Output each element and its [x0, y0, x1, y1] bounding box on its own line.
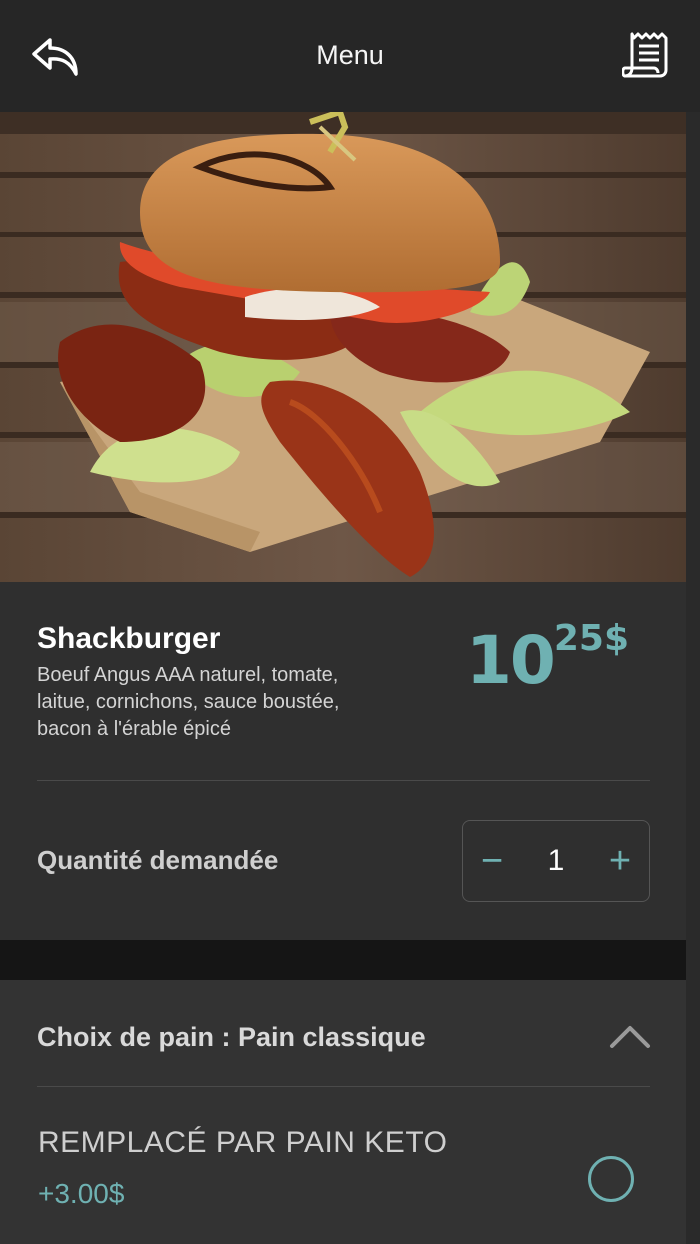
section-separator — [0, 940, 686, 980]
page-title: Menu — [316, 40, 384, 70]
quantity-stepper[interactable]: − 1 + — [462, 820, 650, 902]
top-bar: Menu — [0, 0, 700, 112]
quantity-label: Quantité demandée — [37, 845, 279, 875]
scrollbar-track[interactable] — [686, 112, 700, 1244]
collapse-button[interactable] — [608, 1024, 652, 1050]
price-minor: 25 — [553, 618, 604, 659]
product-price: 1025$ — [466, 618, 629, 699]
price-major: 10 — [466, 622, 556, 699]
receipt-icon — [621, 32, 668, 78]
option-label[interactable]: REMPLACÉ PAR PAIN KETO — [38, 1126, 447, 1160]
option-radio[interactable] — [588, 1156, 634, 1202]
price-currency: $ — [603, 618, 630, 659]
decrease-quantity-button[interactable]: − — [463, 821, 521, 901]
chevron-up-icon — [610, 1026, 650, 1048]
divider — [37, 1086, 650, 1087]
product-name: Shackburger — [37, 622, 221, 655]
product-image — [0, 112, 686, 582]
divider — [37, 780, 650, 781]
receipt-button[interactable] — [621, 30, 670, 80]
product-info: Shackburger Boeuf Angus AAA naturel, tom… — [0, 582, 686, 940]
options-header[interactable]: Choix de pain : Pain classique — [37, 1022, 426, 1053]
option-price: +3.00$ — [38, 1178, 125, 1209]
bread-options-section: Choix de pain : Pain classique REMPLACÉ … — [0, 980, 686, 1244]
quantity-value: 1 — [547, 844, 565, 877]
increase-quantity-button[interactable]: + — [591, 821, 649, 901]
product-description: Boeuf Angus AAA naturel, tomate, laitue,… — [37, 664, 340, 740]
